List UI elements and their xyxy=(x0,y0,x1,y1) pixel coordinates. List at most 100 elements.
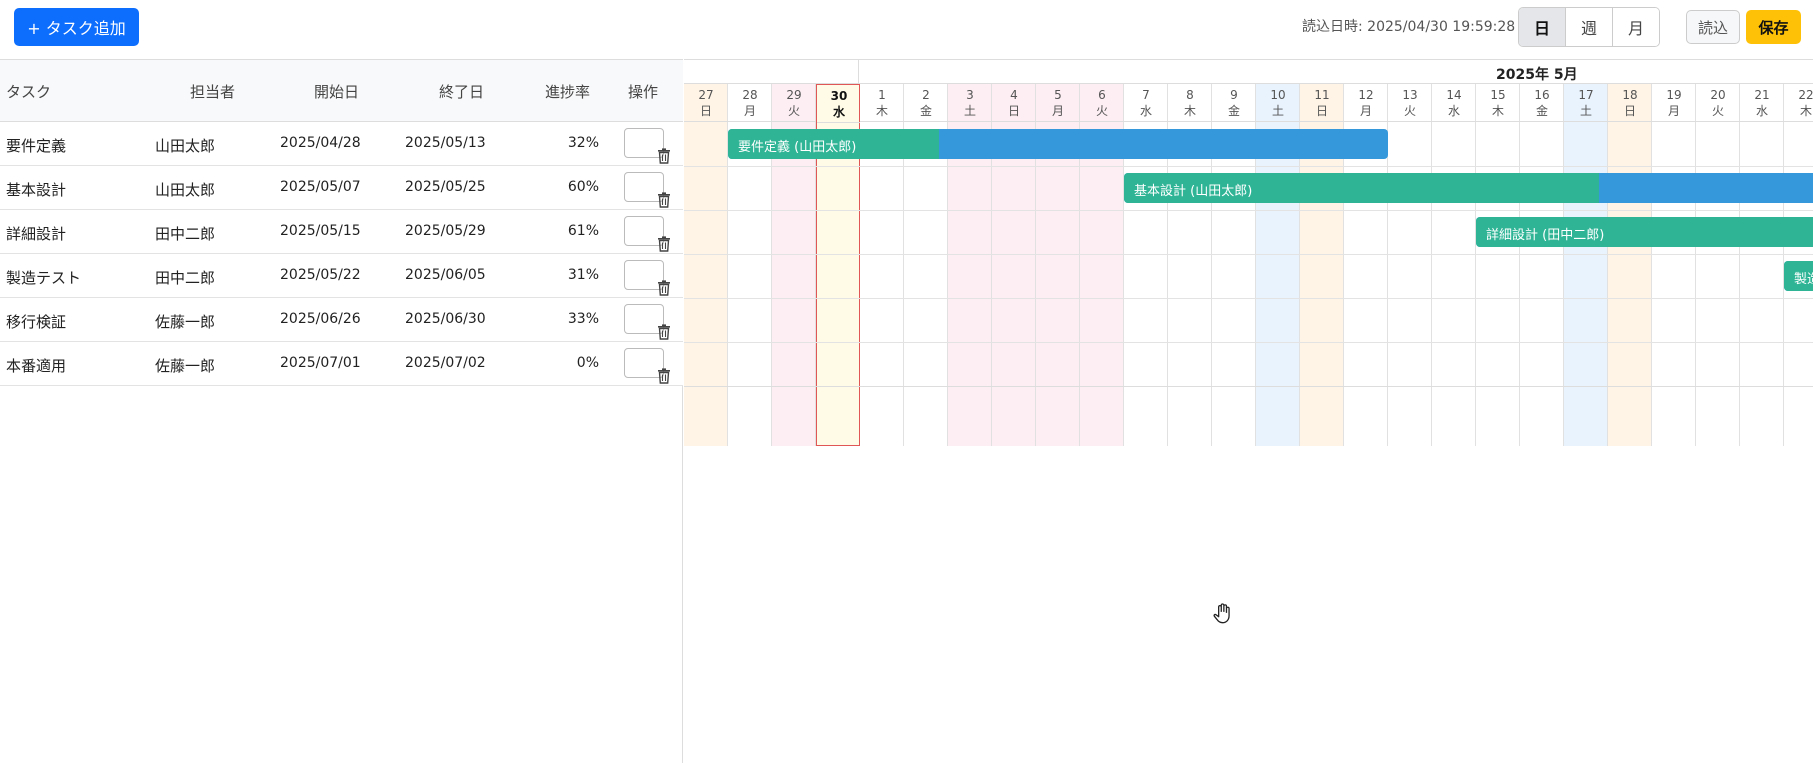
day-weekday: 水 xyxy=(1139,104,1152,118)
delete-task-button[interactable] xyxy=(624,348,670,384)
task-bar[interactable]: 製造テスト (田中二郎) xyxy=(1784,261,1813,291)
view-day-button[interactable]: 日 xyxy=(1519,8,1565,46)
table-row[interactable]: 基本設計 山田太郎 2025/05/07 2025/05/25 60% xyxy=(0,166,683,210)
gantt-row-divider xyxy=(684,254,1813,255)
day-column: 16 金 xyxy=(1520,84,1564,446)
day-weekday: 木 xyxy=(1183,104,1196,118)
task-bar[interactable]: 詳細設計 (田中二郎) xyxy=(1476,217,1813,247)
table-row[interactable]: 要件定義 山田太郎 2025/04/28 2025/05/13 32% xyxy=(0,122,683,166)
gantt-bottom-border xyxy=(684,386,1813,387)
day-header: 16 金 xyxy=(1520,84,1564,122)
header-start: 開始日 xyxy=(314,83,360,101)
header-assignee: 担当者 xyxy=(190,83,236,101)
gantt-app: + タスク追加 読込日時: 2025/04/30 19:59:28 日 週 月 … xyxy=(0,0,1813,763)
delete-task-button[interactable] xyxy=(624,216,670,252)
day-weekday: 金 xyxy=(919,104,932,118)
delete-task-button[interactable] xyxy=(624,260,670,296)
day-weekday: 木 xyxy=(1491,104,1504,118)
task-progress: 60% xyxy=(567,179,599,195)
day-header: 1木 xyxy=(860,84,904,122)
day-column: 21 水 xyxy=(1740,84,1784,446)
task-end-date: 2025/05/25 xyxy=(405,179,486,195)
add-task-button[interactable]: + タスク追加 xyxy=(14,8,139,46)
day-number: 18 xyxy=(1622,88,1638,102)
gantt-row-divider xyxy=(684,298,1813,299)
table-row[interactable]: 製造テスト 田中二郎 2025/05/22 2025/06/05 31% xyxy=(0,254,683,298)
day-header: 17 土 xyxy=(1564,84,1608,122)
view-week-button[interactable]: 週 xyxy=(1565,8,1612,46)
delete-task-button[interactable] xyxy=(624,128,670,164)
day-weekday: 木 xyxy=(1799,104,1812,118)
day-header: 5月 xyxy=(1036,84,1080,122)
day-weekday: 月 xyxy=(1667,104,1680,118)
day-number: 15 xyxy=(1490,88,1506,102)
view-month-button[interactable]: 月 xyxy=(1612,8,1659,46)
day-column: 13 火 xyxy=(1388,84,1432,446)
task-start-date: 2025/04/28 xyxy=(280,135,361,151)
task-bar-label: 詳細設計 (田中二郎) xyxy=(1486,228,1605,243)
task-name: 要件定義 xyxy=(6,137,67,155)
task-bar-label: 要件定義 (山田太郎) xyxy=(738,140,857,155)
task-name: 本番適用 xyxy=(6,357,67,375)
table-row[interactable]: 本番適用 佐藤一郎 2025/07/01 2025/07/02 0% xyxy=(0,342,683,386)
task-end-date: 2025/05/29 xyxy=(405,223,486,239)
day-number: 17 xyxy=(1578,88,1594,102)
load-button[interactable]: 読込 xyxy=(1686,10,1740,44)
gantt-chart: 2025年 5月 27 日 28 月 29 火 30 水 1 木 2 金 3 土 4 日 5 月 6 火 7 水 8 木 9 金 1… xyxy=(684,59,1813,763)
day-header: 14 水 xyxy=(1432,84,1476,122)
task-name: 基本設計 xyxy=(6,181,67,199)
day-number: 21 xyxy=(1754,88,1770,102)
table-row[interactable]: 詳細設計 田中二郎 2025/05/15 2025/05/29 61% xyxy=(0,210,683,254)
day-header: 4日 xyxy=(992,84,1036,122)
task-progress: 31% xyxy=(567,267,599,283)
task-end-date: 2025/06/05 xyxy=(405,267,486,283)
task-assignee: 田中二郎 xyxy=(155,269,216,287)
table-row[interactable]: 移行検証 佐藤一郎 2025/06/26 2025/06/30 33% xyxy=(0,298,683,342)
day-weekday: 金 xyxy=(1227,104,1240,118)
day-header: 30 水 xyxy=(817,85,861,123)
day-number: 30 xyxy=(830,89,848,103)
task-assignee: 田中二郎 xyxy=(155,225,216,243)
task-name: 詳細設計 xyxy=(6,225,67,243)
day-weekday: 水 xyxy=(832,105,845,119)
day-header: 29 火 xyxy=(772,84,816,122)
month-label: 2025年 5月 xyxy=(1496,67,1578,83)
day-number: 7 xyxy=(1142,88,1150,102)
task-progress: 0% xyxy=(576,355,599,371)
day-weekday: 火 xyxy=(1711,104,1724,118)
day-number: 14 xyxy=(1446,88,1462,102)
day-number: 9 xyxy=(1230,88,1238,102)
task-assignee: 佐藤一郎 xyxy=(155,313,216,331)
task-bar[interactable]: 要件定義 (山田太郎) xyxy=(728,129,1388,159)
day-header: 10 土 xyxy=(1256,84,1300,122)
day-header: 2金 xyxy=(904,84,948,122)
day-column: 17 土 xyxy=(1564,84,1608,446)
day-weekday: 火 xyxy=(1403,104,1416,118)
day-header: 21 水 xyxy=(1740,84,1784,122)
day-number: 13 xyxy=(1402,88,1418,102)
task-bar-label: 基本設計 (山田太郎) xyxy=(1134,184,1253,199)
day-number: 11 xyxy=(1314,88,1330,102)
day-number: 6 xyxy=(1098,88,1106,102)
day-weekday: 金 xyxy=(1535,104,1548,118)
day-header: 15 木 xyxy=(1476,84,1520,122)
task-bar[interactable]: 基本設計 (山田太郎) xyxy=(1124,173,1813,203)
task-end-date: 2025/07/02 xyxy=(405,355,486,371)
day-column: 15 木 xyxy=(1476,84,1520,446)
task-end-date: 2025/05/13 xyxy=(405,135,486,151)
delete-task-button[interactable] xyxy=(624,304,670,340)
day-number: 5 xyxy=(1054,88,1062,102)
day-weekday: 火 xyxy=(787,104,800,118)
delete-task-button[interactable] xyxy=(624,172,670,208)
task-progress: 32% xyxy=(567,135,599,151)
day-header: 28 月 xyxy=(728,84,772,122)
day-header: 8木 xyxy=(1168,84,1212,122)
task-name: 製造テスト xyxy=(6,269,82,287)
day-number: 22 xyxy=(1798,88,1813,102)
day-header: 12 月 xyxy=(1344,84,1388,122)
day-number: 1 xyxy=(878,88,886,102)
save-button[interactable]: 保存 xyxy=(1746,10,1801,44)
task-progress: 61% xyxy=(567,223,599,239)
gantt-row-divider xyxy=(684,210,1813,211)
day-weekday: 日 xyxy=(699,104,712,118)
